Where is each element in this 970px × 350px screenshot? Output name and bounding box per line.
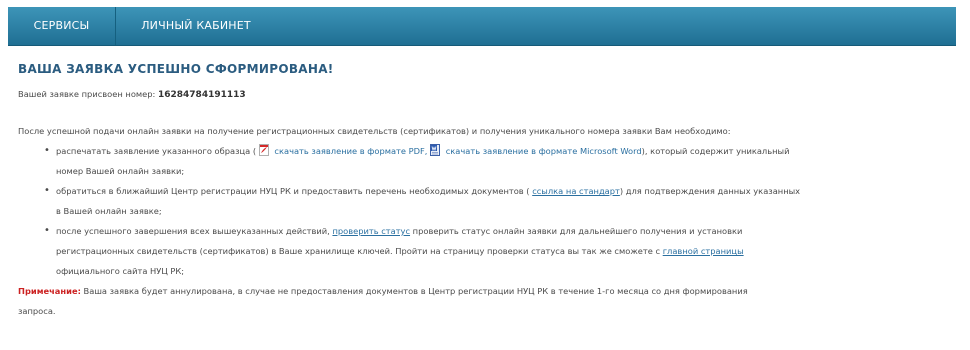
step2-text-continued: в Вашей онлайн заявке;	[56, 206, 162, 216]
standard-link[interactable]: ссылка на стандарт	[532, 186, 620, 196]
page-title: ВАША ЗАЯВКА УСПЕШНО СФОРМИРОВАНА!	[18, 62, 334, 76]
step1-text-continued: номер Вашей онлайн заявки;	[56, 166, 185, 176]
note-text-continued: запроса.	[18, 306, 56, 316]
list-item-visit-registration-center: обратиться в ближайший Центр регистрации…	[44, 181, 953, 221]
step2-text: обратиться в ближайший Центр регистрации…	[56, 186, 530, 196]
step2-text-end: ) для подтверждения данных указанных	[619, 186, 801, 196]
list-item-print-application: распечатать заявление указанного образца…	[44, 141, 953, 181]
request-number: 16284784191113	[157, 90, 246, 100]
home-page-link[interactable]: главной страницы	[663, 246, 744, 256]
word-file-icon	[430, 144, 441, 156]
step3-text-mid: проверить статус онлайн заявки для дальн…	[412, 226, 743, 236]
steps-list: распечатать заявление указанного образца…	[18, 141, 953, 281]
request-number-line: Вашей заявке присвоен номер: 16284784191…	[18, 84, 953, 105]
request-number-label: Вашей заявке присвоен номер:	[18, 89, 156, 99]
instructions-intro: После успешной подачи онлайн заявки на п…	[18, 126, 731, 136]
step1-text: распечатать заявление указанного образца…	[56, 146, 257, 156]
list-item-check-status: после успешного завершения всех вышеуказ…	[44, 221, 953, 281]
note-text: Ваша заявка будет аннулирована, в случае…	[83, 286, 748, 296]
pdf-file-icon	[258, 144, 269, 156]
page: Сервисы Личный кабинет ВАША ЗАЯВКА УСПЕШ…	[0, 0, 970, 350]
step3-text-continued: регистрационных свидетельств (сертификат…	[56, 241, 953, 261]
step3-text: после успешного завершения всех вышеуказ…	[56, 226, 330, 236]
nav-tab-services[interactable]: Сервисы	[8, 7, 115, 45]
note-paragraph: Примечание: Ваша заявка будет аннулирова…	[18, 281, 953, 301]
note-label: Примечание:	[18, 286, 81, 296]
download-word-link[interactable]: скачать заявление в формате Microsoft Wo…	[446, 146, 642, 156]
nav-tab-personal-account[interactable]: Личный кабинет	[116, 7, 276, 45]
step3-text-c: регистрационных свидетельств (сертификат…	[56, 246, 661, 256]
top-navigation-bar: Сервисы Личный кабинет	[8, 7, 956, 46]
download-pdf-link[interactable]: скачать заявление в формате PDF,	[274, 146, 427, 156]
check-status-link[interactable]: проверить статус	[332, 226, 410, 236]
step1-text-end: ), который содержит уникальный	[641, 146, 790, 156]
main-content: ВАША ЗАЯВКА УСПЕШНО СФОРМИРОВАНА! Вашей …	[18, 58, 953, 321]
step3-text-final: официального сайта НУЦ РК;	[56, 266, 185, 276]
